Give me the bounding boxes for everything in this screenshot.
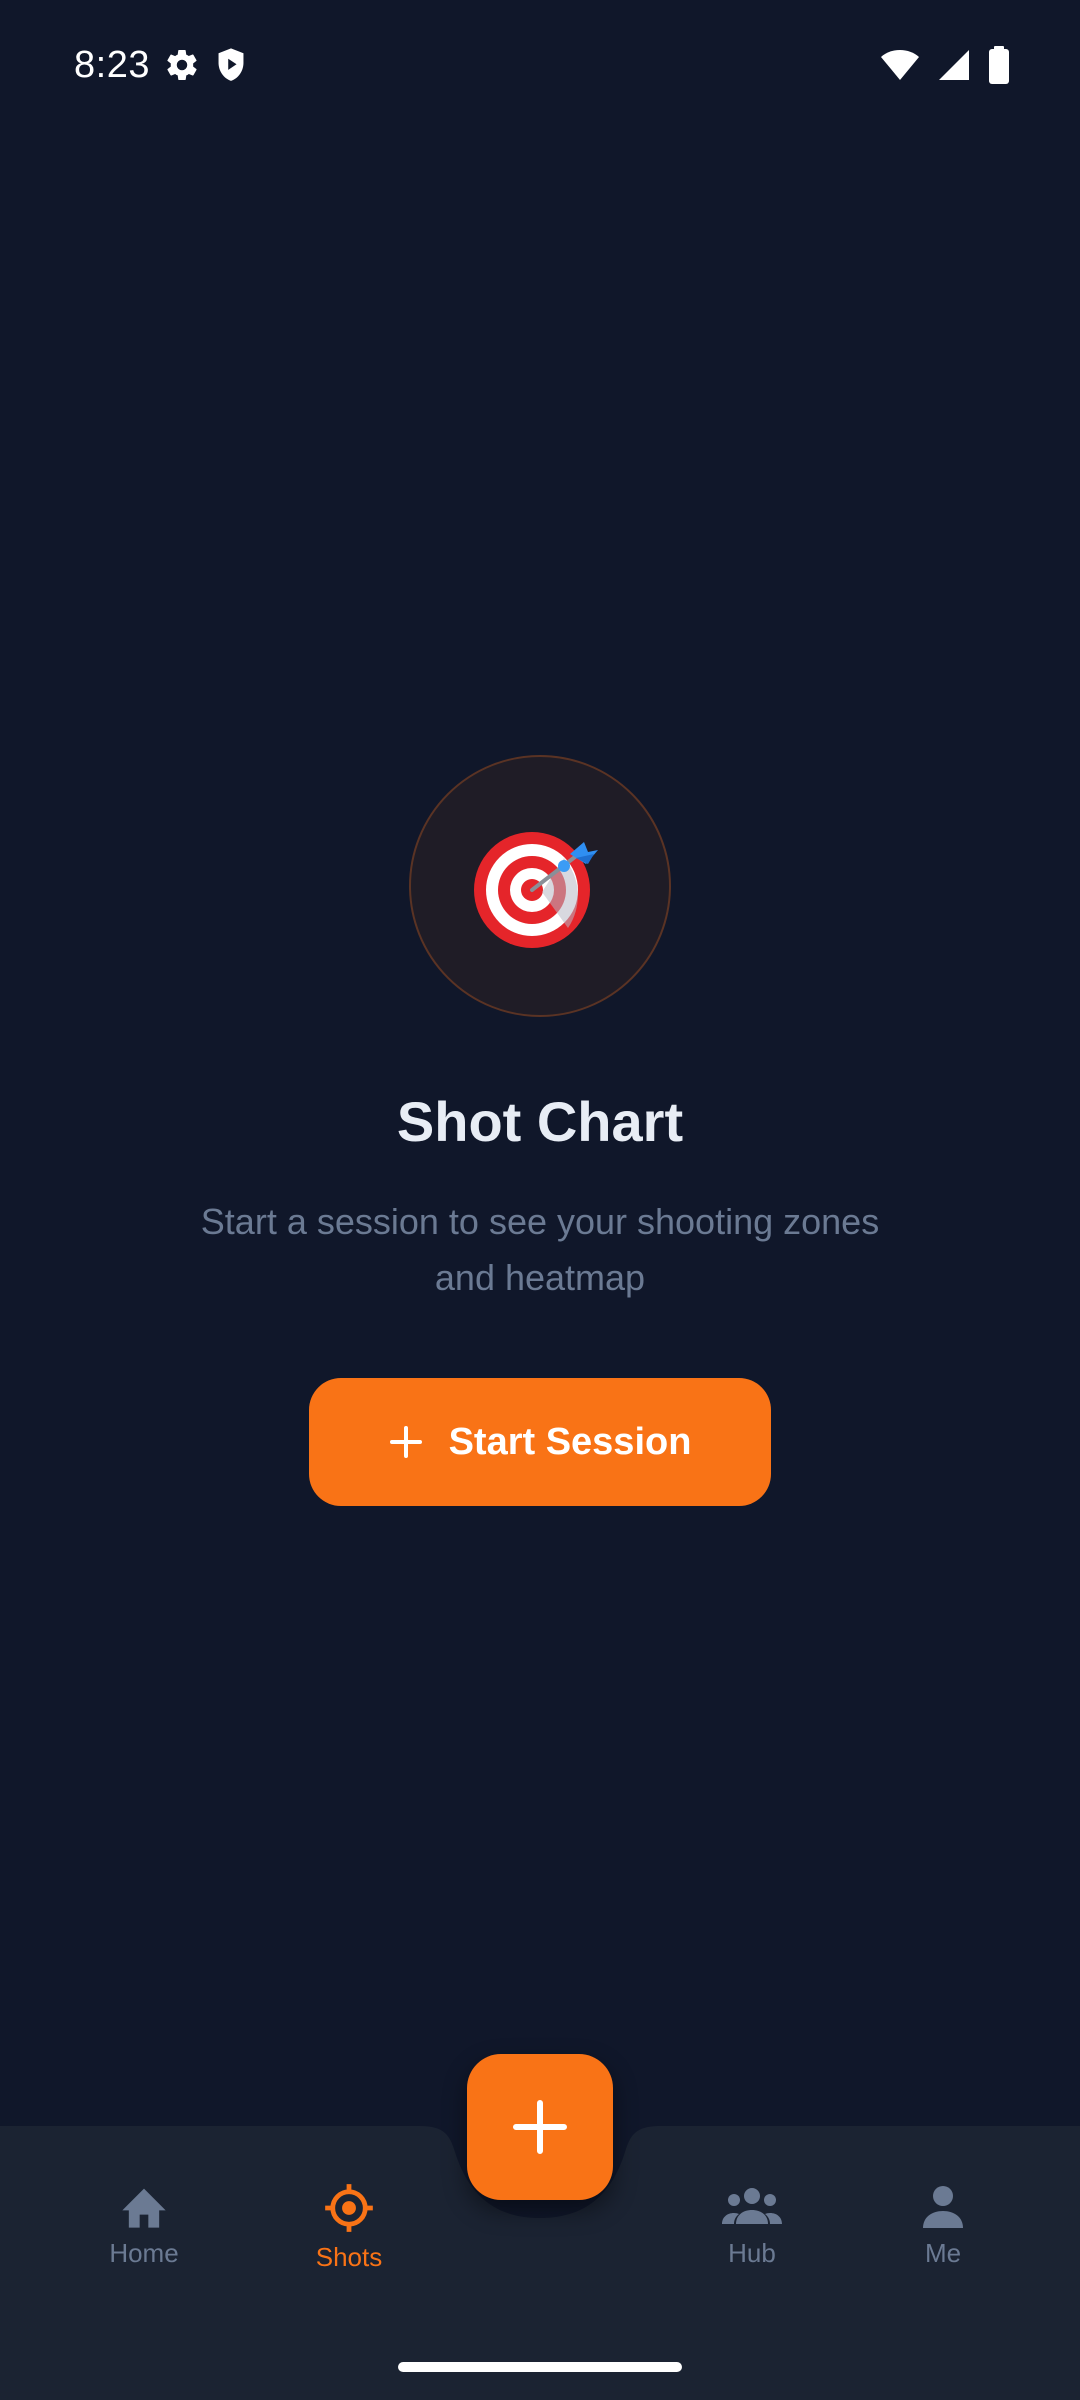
start-session-button[interactable]: Start Session xyxy=(309,1378,771,1506)
empty-state: Shot Chart Start a session to see your s… xyxy=(0,755,1080,1506)
plus-icon xyxy=(389,1426,422,1458)
nav-item-me[interactable]: Me xyxy=(863,2182,1023,2269)
target-badge xyxy=(409,755,671,1017)
group-icon xyxy=(722,2188,782,2224)
shot-chart-screen: 8:23 Shot Chart Start a session to see y… xyxy=(0,0,1080,2400)
nav-item-hub[interactable]: Hub xyxy=(672,2182,832,2269)
empty-state-subtitle: Start a session to see your shooting zon… xyxy=(200,1201,880,1298)
status-bar: 8:23 xyxy=(0,0,1080,130)
start-session-label: Start Session xyxy=(448,1420,692,1463)
nav-label-hub: Hub xyxy=(728,2238,776,2268)
battery-icon xyxy=(988,46,1010,84)
gear-icon xyxy=(164,47,200,83)
nav-item-home[interactable]: Home xyxy=(64,2182,224,2269)
signal-icon xyxy=(938,49,970,81)
crosshair-icon xyxy=(325,2184,373,2232)
nav-item-shots[interactable]: Shots xyxy=(269,2182,429,2273)
person-icon xyxy=(923,2186,963,2228)
nav-label-home: Home xyxy=(109,2238,179,2268)
status-time: 8:23 xyxy=(74,43,150,86)
nav-label-me: Me xyxy=(924,2238,962,2268)
shield-icon xyxy=(214,47,248,83)
add-fab-button[interactable] xyxy=(467,2054,613,2200)
plus-icon xyxy=(513,2100,567,2154)
status-right xyxy=(880,46,1010,84)
nav-label-shots: Shots xyxy=(315,2242,383,2272)
wifi-icon xyxy=(880,49,920,81)
home-indicator[interactable] xyxy=(398,2362,682,2372)
empty-state-title: Shot Chart xyxy=(396,1090,684,1153)
home-icon xyxy=(122,2188,166,2228)
status-left: 8:23 xyxy=(74,44,248,87)
dart-target-icon xyxy=(474,832,598,948)
